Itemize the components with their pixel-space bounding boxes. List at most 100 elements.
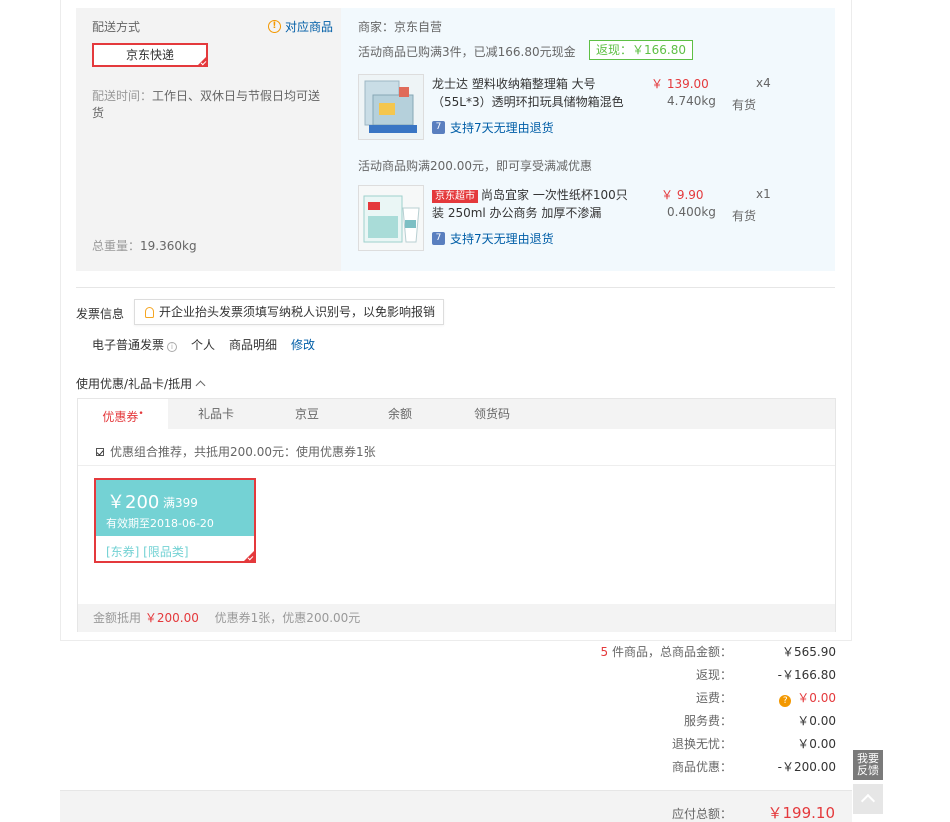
- goods-link[interactable]: ! 对应商品: [267, 18, 333, 35]
- express-option-button[interactable]: 京东快递: [92, 43, 208, 67]
- express-option-label: 京东快递: [125, 48, 174, 62]
- return-icon: 7: [432, 121, 445, 134]
- invoice-type: 电子普通发票 i: [92, 336, 178, 353]
- invoice-tip-text: 开企业抬头发票须填写纳税人识别号，以免影响报销: [159, 305, 436, 319]
- coupon-card[interactable]: ￥200 满399 有效期至2018-06-20 [东券] [限品类]: [94, 478, 256, 563]
- item-stock: 有货: [732, 98, 757, 112]
- return-policy-label: 支持7天无理由退货: [450, 232, 554, 246]
- discount-footer-label: 金额抵用: [93, 611, 142, 625]
- return-icon: 7: [432, 232, 445, 245]
- section-divider: [76, 287, 835, 288]
- delivery-time: 配送时间：工作日、双休日与节假日均可送货: [92, 88, 322, 122]
- seller-items-panel: 商家：京东自营 活动商品已购满3件，已减166.80元现金 返现：￥166.80…: [341, 8, 835, 271]
- seller-name: 商家：京东自营: [358, 20, 443, 34]
- tab-gift-card[interactable]: 礼品卡: [168, 399, 264, 430]
- tab-coupons-label: 优惠券: [102, 410, 139, 424]
- summary-item-count: 5: [600, 645, 609, 659]
- item-name[interactable]: 京东超市 尚岛宜家 一次性纸杯100只装 250ml 办公商务 加厚不渗漏: [432, 186, 632, 222]
- selected-check-icon: [244, 551, 254, 561]
- summary-count-label: 件商品，总商品金额：: [611, 645, 732, 659]
- summary-goods-value: ￥565.90: [782, 645, 836, 659]
- invoice-details: 电子普通发票 i 个人 商品明细 修改: [92, 336, 315, 353]
- coupon-tags: [东券] [限品类]: [106, 545, 189, 559]
- summary-freight-amount: ￥0.00: [797, 691, 836, 705]
- summary-discount-value: -￥200.00: [777, 760, 836, 774]
- shipping-method-title: 配送方式: [92, 20, 141, 34]
- product-image-paper-cups[interactable]: [358, 185, 424, 251]
- cart-item: 京东超市 尚岛宜家 一次性纸杯100只装 250ml 办公商务 加厚不渗漏 7 支…: [358, 185, 828, 251]
- coupon-header: ￥200 满399 有效期至2018-06-20: [96, 480, 254, 536]
- item-quantity: x1: [756, 187, 771, 201]
- return-policy-link[interactable]: 7 支持7天无理由退货: [432, 119, 554, 136]
- invoice-header: 个人: [191, 338, 216, 352]
- tab-balance[interactable]: 余额: [360, 399, 440, 430]
- tab-redeem-code[interactable]: 领货码: [462, 399, 522, 430]
- payable-label: 应付总额：: [671, 807, 732, 821]
- recommend-checkbox[interactable]: [96, 447, 104, 456]
- goods-link-label: 对应商品: [284, 20, 333, 34]
- tab-jd-beans[interactable]: 京豆: [264, 399, 350, 430]
- total-weight-value: 19.360kg: [140, 239, 197, 253]
- item-price: ￥ 139.00: [651, 77, 709, 91]
- item-stock: 有货: [732, 209, 757, 223]
- total-weight-label: 总重量：: [92, 239, 141, 253]
- summary-freight: 运费： ? ￥0.00: [560, 688, 836, 708]
- summary-rebate-label: 返现：: [695, 668, 732, 682]
- summary-discount: 商品优惠： -￥200.00: [560, 757, 836, 777]
- promo-line-1: 活动商品已购满3件，已减166.80元现金: [358, 45, 576, 59]
- feedback-button[interactable]: 我要反馈: [853, 750, 883, 780]
- summary-freight-value: ? ￥0.00: [779, 688, 836, 708]
- item-weight: 4.740kg: [667, 94, 716, 108]
- recommend-combo[interactable]: 优惠组合推荐，共抵用200.00元：使用优惠券1张: [96, 443, 376, 460]
- item-price: ￥ 9.90: [661, 188, 704, 202]
- summary-service-label: 服务费：: [683, 714, 732, 728]
- rebate-badge: 返现：￥166.80: [589, 40, 693, 60]
- discount-footer: 金额抵用 ￥200.00 优惠券1张，优惠200.00元: [78, 604, 835, 632]
- item-name[interactable]: 龙士达 塑料收纳箱整理箱 大号（55L*3）透明环扣玩具储物箱混色: [432, 75, 632, 111]
- freight-help-icon[interactable]: ?: [779, 695, 792, 707]
- summary-goods-total: 5 件商品，总商品金额： ￥565.90: [560, 642, 836, 662]
- item-weight: 0.400kg: [667, 205, 716, 219]
- return-policy-link[interactable]: 7 支持7天无理由退货: [432, 230, 554, 247]
- cart-item: 龙士达 塑料收纳箱整理箱 大号（55L*3）透明环扣玩具储物箱混色 7 支持7天…: [358, 74, 828, 140]
- shipping-method-panel: 配送方式 ! 对应商品 京东快递 配送时间：工作日、双休日与节假日均可送货 总重…: [76, 8, 341, 271]
- summary-rebate: 返现： -￥166.80: [560, 665, 836, 685]
- discount-section-title: 使用优惠/礼品卡/抵用: [76, 377, 193, 391]
- chevron-up-icon: [195, 380, 206, 391]
- summary-return-label: 退换无忧：: [671, 737, 732, 751]
- back-to-top-button[interactable]: [853, 784, 883, 814]
- invoice-tip: 开企业抬头发票须填写纳税人识别号，以免影响报销: [134, 299, 445, 325]
- summary-goods-label: 5 件商品，总商品金额：: [601, 642, 732, 662]
- discount-section-toggle[interactable]: 使用优惠/礼品卡/抵用: [76, 375, 206, 392]
- discount-panel: 优惠券• 礼品卡 京豆 余额 领货码 优惠组合推荐，共抵用200.00元：使用优…: [77, 398, 836, 632]
- invoice-modify-link[interactable]: 修改: [291, 336, 315, 353]
- recommend-text: 优惠组合推荐，共抵用200.00元：使用优惠券1张: [110, 445, 376, 459]
- summary-service: 服务费： ￥0.00: [560, 711, 836, 731]
- return-policy-label: 支持7天无理由退货: [450, 121, 554, 135]
- summary-discount-label: 商品优惠：: [671, 760, 732, 774]
- summary-freight-label: 运费：: [695, 691, 732, 705]
- discount-footer-amount: ￥200.00: [144, 611, 199, 625]
- supermarket-badge: 京东超市: [432, 190, 478, 203]
- product-image-storage-box[interactable]: [358, 74, 424, 140]
- invoice-title: 发票信息: [76, 307, 125, 321]
- promo-line-2: 活动商品购满200.00元，即可享受满减优惠: [358, 159, 592, 173]
- tab-coupons[interactable]: 优惠券•: [78, 399, 168, 430]
- summary-return-value: ￥0.00: [797, 737, 836, 751]
- summary-rebate-value: -￥166.80: [777, 668, 836, 682]
- discount-tabs: 优惠券• 礼品卡 京豆 余额 领货码: [78, 399, 835, 430]
- discount-footer-detail: 优惠券1张，优惠200.00元: [214, 611, 361, 625]
- info-icon[interactable]: i: [167, 342, 178, 352]
- selected-check-icon: [197, 56, 207, 66]
- payable-total-bar: 应付总额： ￥199.10: [60, 790, 852, 822]
- invoice-content: 商品明细: [229, 338, 278, 352]
- payable-value: ￥199.10: [767, 804, 836, 822]
- coupon-condition: 满399: [163, 496, 198, 510]
- coupon-amount: ￥200: [107, 492, 160, 513]
- delivery-time-label: 配送时间：: [92, 89, 153, 103]
- coupon-validity: 有效期至2018-06-20: [106, 517, 214, 530]
- lightbulb-icon: [145, 306, 154, 318]
- total-weight: 总重量：19.360kg: [92, 237, 197, 254]
- summary-service-value: ￥0.00: [797, 714, 836, 728]
- tab-coupons-mark: •: [138, 409, 144, 419]
